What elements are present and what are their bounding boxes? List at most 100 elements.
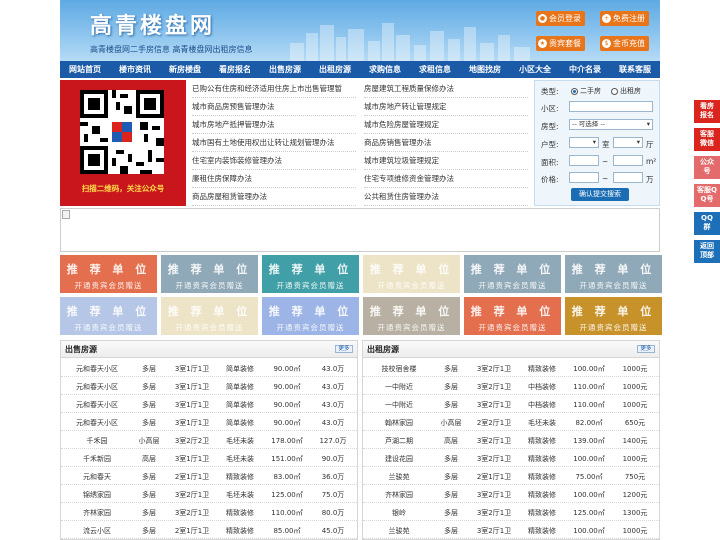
nav-item[interactable]: 楼市资讯 (110, 61, 160, 78)
nav-item[interactable]: 地图找房 (460, 61, 510, 78)
listing-row[interactable]: 一中附近 多层 3室2厅1卫 中档装修 110.00㎡ 1000元 (363, 395, 659, 413)
recommend-tile[interactable]: 推 荐 单 位开通贵宾会员赠送 (464, 255, 561, 293)
property-type-select[interactable]: -- 可选择 -- ▾ (569, 119, 653, 130)
listing-area: 139.00㎡ (573, 437, 605, 445)
recommend-tile[interactable]: 推 荐 单 位开通贵宾会员赠送 (262, 255, 359, 293)
listing-row[interactable]: 一中附近 多层 3室2厅1卫 中档装修 110.00㎡ 1000元 (363, 377, 659, 395)
listing-layout: 3室2厅2卫 (174, 437, 210, 445)
community-input[interactable] (569, 101, 653, 112)
listing-row[interactable]: 技校宿舍楼 多层 3室2厅1卫 精致装修 100.00㎡ 1000元 (363, 359, 659, 377)
nav-item[interactable]: 看房报名 (210, 61, 260, 78)
rent-listings-header: 出租房源 更多 (363, 341, 659, 358)
listing-row[interactable]: 锦绣家园 多层 3室2厅1卫 毛坯未装 125.00㎡ 75.0万 (61, 485, 357, 503)
price-unit: 万 (646, 175, 654, 184)
listing-row[interactable]: 齐林家园 多层 3室2厅1卫 精致装修 100.00㎡ 1200元 (363, 485, 659, 503)
listing-community: 芦湖二期 (385, 437, 413, 445)
recommend-tile[interactable]: 推 荐 单 位开通贵宾会员赠送 (262, 297, 359, 335)
listing-decoration: 精致装修 (528, 491, 556, 499)
recommend-tile[interactable]: 推 荐 单 位开通贵宾会员赠送 (161, 297, 258, 335)
site-logo[interactable]: 高青楼盘网 (90, 8, 215, 40)
nav-item[interactable]: 小区大全 (510, 61, 560, 78)
area-min-input[interactable] (569, 155, 599, 166)
tile-title: 推 荐 单 位 (268, 305, 353, 318)
listing-row[interactable]: 千禾新园 高层 3室1厅1卫 毛坯未装 151.00㎡ 90.0万 (61, 449, 357, 467)
policy-link[interactable]: 住宅专项维修资金管理办法 (364, 170, 528, 188)
listing-area: 82.00㎡ (575, 419, 603, 427)
viewing-signup-button[interactable]: 看房 报名 (694, 100, 720, 123)
register-button[interactable]: + 免费注册 (600, 11, 649, 26)
type-radio-rental[interactable]: 出租房 (611, 86, 641, 96)
nav-item[interactable]: 联系客服 (610, 61, 660, 78)
recommend-tile[interactable]: 推 荐 单 位开通贵宾会员赠送 (464, 297, 561, 335)
policy-link[interactable]: 城市房地产抵押管理办法 (192, 116, 356, 134)
back-to-top-button[interactable]: 返回 顶部 (694, 240, 720, 263)
service-qq-button[interactable]: 客服Q Q号 (694, 184, 720, 207)
policy-link[interactable]: 已购公有住房和经济适用住房上市出售管理暂 (192, 80, 356, 98)
listing-decoration: 毛坯未装 (226, 491, 254, 499)
listing-row[interactable]: 芦湖二期 高层 3室2厅1卫 精致装修 139.00㎡ 1400元 (363, 431, 659, 449)
policy-link[interactable]: 公共租赁住房管理办法 (364, 188, 528, 206)
policy-link[interactable]: 城市国有土地使用权出让转让规划管理办法 (192, 134, 356, 152)
listing-price: 1000元 (622, 527, 648, 535)
nav-item[interactable]: 出售房源 (260, 61, 310, 78)
tile-subtitle: 开通贵宾会员赠送 (579, 323, 648, 332)
listing-row[interactable]: 翰林家园 小高层 2室2厅1卫 毛坯未装 82.00㎡ 650元 (363, 413, 659, 431)
listing-community: 元和春天 (83, 473, 111, 481)
halls-select[interactable]: ▾ (613, 137, 643, 148)
tile-title: 推 荐 单 位 (470, 305, 555, 318)
listing-price: 36.0万 (321, 473, 345, 481)
nav-item[interactable]: 求租信息 (410, 61, 460, 78)
listing-row[interactable]: 元和春天小区 多层 3室1厅1卫 简单装修 90.00㎡ 43.0万 (61, 413, 357, 431)
price-min-input[interactable] (569, 172, 599, 183)
login-button[interactable]: ● 会员登录 (536, 11, 585, 26)
policy-link[interactable]: 房屋建筑工程质量保修办法 (364, 80, 528, 98)
listing-row[interactable]: 建设花园 多层 3室2厅1卫 精致装修 100.00㎡ 1000元 (363, 449, 659, 467)
service-wechat-button[interactable]: 客服 微信 (694, 128, 720, 151)
listing-row[interactable]: 银岭 多层 3室2厅1卫 精致装修 125.00㎡ 1300元 (363, 503, 659, 521)
listing-decoration: 毛坯未装 (226, 437, 254, 445)
nav-item[interactable]: 中介名录 (560, 61, 610, 78)
policy-link[interactable]: 城市危险房屋管理规定 (364, 116, 528, 134)
sale-more-button[interactable]: 更多 (335, 345, 353, 353)
search-submit-button[interactable]: 确认提交搜索 (571, 188, 629, 201)
price-max-input[interactable] (613, 172, 643, 183)
nav-item[interactable]: 新房楼盘 (160, 61, 210, 78)
policy-link[interactable]: 廉租住房保障办法 (192, 170, 356, 188)
recommend-tile[interactable]: 推 荐 单 位开通贵宾会员赠送 (565, 297, 662, 335)
area-max-input[interactable] (613, 155, 643, 166)
listing-row[interactable]: 元和春天小区 多层 3室1厅1卫 简单装修 90.00㎡ 43.0万 (61, 359, 357, 377)
tile-title: 推 荐 单 位 (571, 263, 656, 276)
recommend-tile[interactable]: 推 荐 单 位开通贵宾会员赠送 (363, 255, 460, 293)
policy-link[interactable]: 城市商品房预售管理办法 (192, 98, 356, 116)
listing-row[interactable]: 千禾园 小高层 3室2厅2卫 毛坯未装 178.00㎡ 127.0万 (61, 431, 357, 449)
vip-package-button[interactable]: ★ 贵宾套餐 (536, 36, 585, 51)
rent-more-button[interactable]: 更多 (637, 345, 655, 353)
recommend-tile[interactable]: 推 荐 单 位开通贵宾会员赠送 (60, 297, 157, 335)
nav-item[interactable]: 网站首页 (60, 61, 110, 78)
coin-recharge-button[interactable]: $ 金币充值 (600, 36, 649, 51)
nav-item[interactable]: 出租房源 (310, 61, 360, 78)
listing-row[interactable]: 元和春天小区 多层 3室1厅1卫 简单装修 90.00㎡ 43.0万 (61, 377, 357, 395)
rooms-select[interactable]: ▾ (569, 137, 599, 148)
recommend-tile[interactable]: 推 荐 单 位开通贵宾会员赠送 (363, 297, 460, 335)
recommend-tile[interactable]: 推 荐 单 位开通贵宾会员赠送 (60, 255, 157, 293)
type-radio-secondhand[interactable]: 二手房 (571, 86, 601, 96)
official-account-button[interactable]: 公众号 (694, 156, 720, 179)
recommend-tile[interactable]: 推 荐 单 位开通贵宾会员赠送 (565, 255, 662, 293)
policy-link[interactable]: 商品房屋租赁管理办法 (192, 188, 356, 206)
listing-row[interactable]: 齐林家园 多层 3室2厅1卫 精致装修 110.00㎡ 80.0万 (61, 503, 357, 521)
listing-row[interactable]: 兰骏苑 多层 2室1厅1卫 精致装修 75.00㎡ 750元 (363, 467, 659, 485)
listing-row[interactable]: 元和春天小区 多层 3室1厅1卫 简单装修 90.00㎡ 43.0万 (61, 395, 357, 413)
policy-link[interactable]: 城市建筑垃圾管理规定 (364, 152, 528, 170)
policy-link[interactable]: 城市房地产转让管理规定 (364, 98, 528, 116)
policy-link[interactable]: 商品房销售管理办法 (364, 134, 528, 152)
listing-row[interactable]: 元和春天 多层 2室1厅1卫 精致装修 83.00㎡ 36.0万 (61, 467, 357, 485)
ad-banner[interactable] (60, 208, 660, 252)
listing-row[interactable]: 兰骏苑 多层 3室2厅1卫 精致装修 100.00㎡ 1000元 (363, 521, 659, 539)
policy-link[interactable]: 住宅室内装饰装修管理办法 (192, 152, 356, 170)
listing-price: 80.0万 (321, 509, 345, 517)
recommend-tile[interactable]: 推 荐 单 位开通贵宾会员赠送 (161, 255, 258, 293)
nav-item[interactable]: 求购信息 (360, 61, 410, 78)
listing-row[interactable]: 流云小区 多层 2室1厅1卫 精致装修 85.00㎡ 45.0万 (61, 521, 357, 539)
qq-group-button[interactable]: QQ 群 (694, 212, 720, 235)
